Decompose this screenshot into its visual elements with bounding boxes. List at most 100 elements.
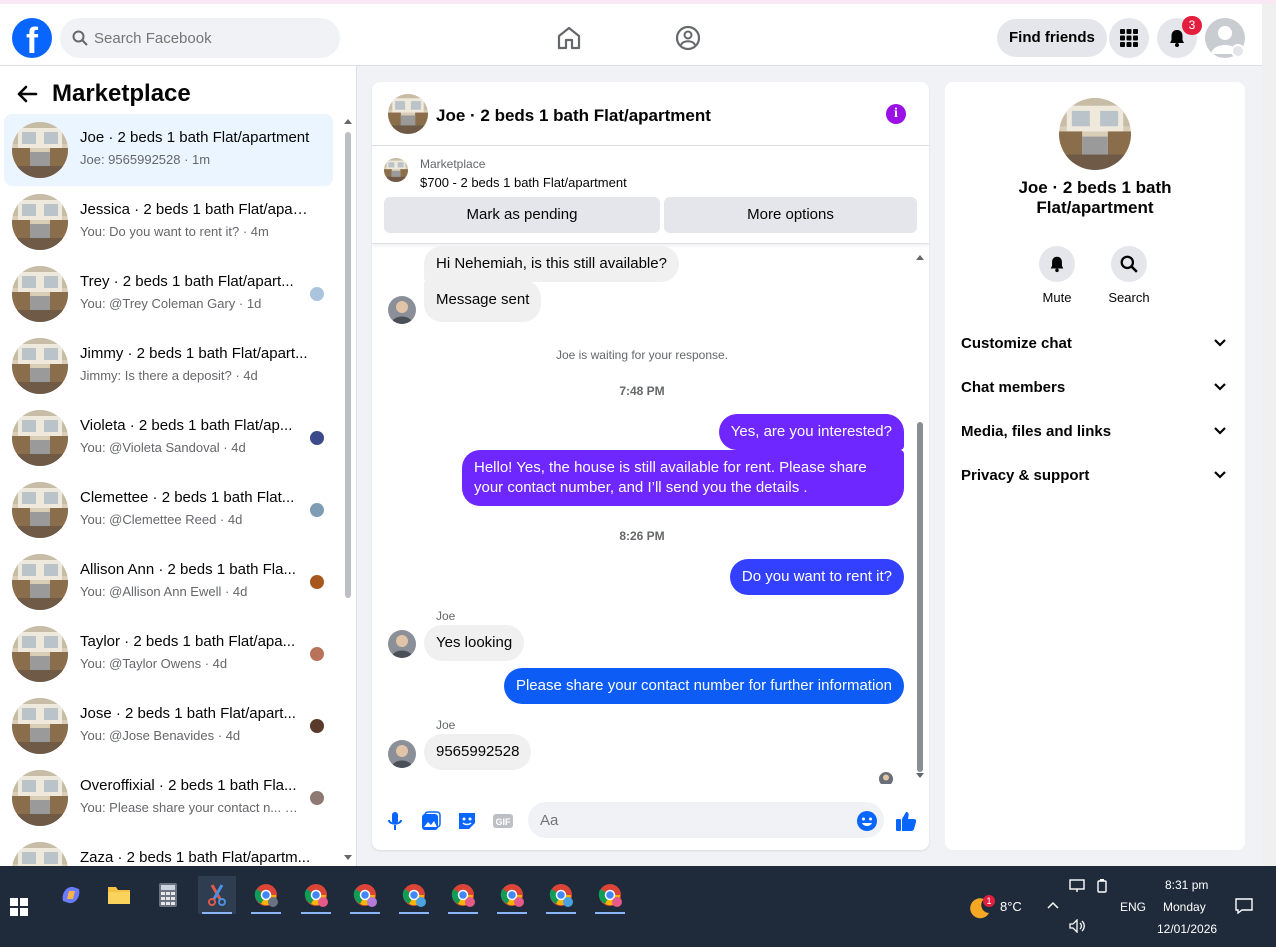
privacy-support-row[interactable]: Privacy & support [953,456,1237,496]
conversation-preview: You: @Clemettee Reed · 4d [80,512,243,527]
listing-thumbnail [12,770,68,826]
listing-thumbnail [12,338,68,394]
search-box[interactable] [60,18,340,58]
conversation-preview: You: @Taylor Owens · 4d [80,656,228,671]
system-notice: Joe is waiting for your response. [555,348,729,362]
clock-day[interactable]: Monday [1163,900,1206,914]
chrome-profile-icon[interactable] [444,876,482,914]
network-icon[interactable] [1069,879,1085,893]
account-menu-caret-icon[interactable] [1231,44,1245,58]
info-icon[interactable]: i [886,104,906,124]
customize-chat-row[interactable]: Customize chat [953,324,1237,364]
conversation-item[interactable]: Taylor · 2 beds 1 bath Flat/apa... You: … [4,618,333,690]
listing-price[interactable]: $700 - 2 beds 1 bath Flat/apartment [420,175,627,190]
listing-thumbnail [12,842,68,866]
language-indicator[interactable]: ENG [1120,900,1146,914]
timestamp: 7:48 PM [619,384,665,398]
message-input[interactable] [528,802,884,838]
conversation-title: Clemettee · 2 beds 1 bath Flat... [80,489,295,506]
find-friends-button[interactable]: Find friends [997,19,1107,57]
back-arrow-icon[interactable] [16,84,38,104]
snipping-tool-icon[interactable] [198,876,236,914]
emoji-icon[interactable] [856,810,878,832]
chevron-up-icon[interactable] [1047,901,1059,909]
gif-icon[interactable]: GIF [492,810,514,832]
conversation-title: Joe · 2 beds 1 bath Flat/apartment [80,129,310,146]
seen-avatar [310,287,324,301]
chrome-profile-icon[interactable] [542,876,580,914]
chat-scroll-thumb[interactable] [917,422,923,772]
more-options-button[interactable]: More options [664,197,917,233]
menu-grid-button[interactable] [1109,18,1149,58]
mark-as-pending-button[interactable]: Mark as pending [384,197,660,233]
outgoing-message: Do you want to rent it? [729,559,904,595]
photo-icon[interactable] [420,810,442,832]
chat-members-row[interactable]: Chat members [953,368,1237,408]
clock-time[interactable]: 8:31 pm [1165,878,1208,892]
conversation-item[interactable]: Jimmy · 2 beds 1 bath Flat/apart... Jimm… [4,330,333,402]
chrome-profile-icon[interactable] [247,876,285,914]
listing-thumbnail [12,698,68,754]
search-input[interactable] [94,29,314,47]
chat-title[interactable]: Joe · 2 beds 1 bath Flat/apartment [436,106,711,126]
chat-avatar[interactable] [388,94,428,134]
windows-start-icon[interactable] [10,898,28,916]
sticker-icon[interactable] [456,810,478,832]
top-navigation-bar: f Find friends 3 [0,4,1262,66]
chat-info-panel: Joe · 2 beds 1 bath Flat/apartment Mute … [945,82,1245,850]
conversation-item[interactable]: Zaza · 2 beds 1 bath Flat/apartm... [4,834,333,866]
microphone-icon[interactable] [384,810,406,832]
listing-thumbnail[interactable] [1059,98,1131,170]
seen-avatar [310,647,324,661]
file-explorer-icon[interactable] [100,876,138,914]
sender-avatar[interactable] [388,296,416,324]
calculator-icon[interactable] [149,876,187,914]
listing-thumbnail [12,266,68,322]
listing-thumbnail [12,554,68,610]
chevron-down-icon [1214,383,1226,391]
seen-avatar [310,431,324,445]
search-action[interactable]: Search [1099,246,1159,305]
temperature[interactable]: 8°C [1000,899,1022,914]
chrome-profile-icon[interactable] [346,876,384,914]
conversation-item[interactable]: Jose · 2 beds 1 bath Flat/apart... You: … [4,690,333,762]
seen-avatar [310,719,324,733]
sender-avatar[interactable] [388,740,416,768]
page-scrollbar[interactable] [1262,4,1276,866]
chrome-profile-icon[interactable] [591,876,629,914]
conversation-item[interactable]: Violeta · 2 beds 1 bath Flat/ap... You: … [4,402,333,474]
conversation-item[interactable]: Clemettee · 2 beds 1 bath Flat... You: @… [4,474,333,546]
conversation-preview: You: @Allison Ann Ewell · 4d [80,584,248,599]
copilot-app-icon[interactable] [52,876,90,914]
home-icon[interactable] [555,24,583,52]
facebook-logo-icon[interactable]: f [12,18,52,58]
notification-center-icon[interactable] [1235,898,1253,914]
conversation-title: Trey · 2 beds 1 bath Flat/apart... [80,273,294,290]
conversation-item[interactable]: Joe · 2 beds 1 bath Flat/apartment Joe: … [4,114,333,186]
sender-avatar[interactable] [388,630,416,658]
thumbs-up-icon[interactable] [895,810,917,832]
outgoing-message: Please share your contact number for fur… [503,668,904,704]
chrome-profile-icon[interactable] [395,876,433,914]
groups-icon[interactable] [674,24,702,52]
conversation-item[interactable]: Jessica · 2 beds 1 bath Flat/apart... Yo… [4,186,333,258]
conversation-item[interactable]: Allison Ann · 2 beds 1 bath Fla... You: … [4,546,333,618]
volume-icon[interactable] [1069,919,1087,933]
conversation-preview: You: Please share your contact n... · 1w [80,800,302,815]
notification-count-badge: 3 [1182,16,1202,35]
clock-date[interactable]: 12/01/2026 [1157,922,1217,936]
conversation-preview: You: Do you want to rent it? · 4m [80,224,269,239]
listing-thumbnail [12,122,68,178]
media-files-links-row[interactable]: Media, files and links [953,412,1237,452]
battery-icon[interactable] [1096,879,1108,893]
sidebar-title: Marketplace [52,80,191,107]
chrome-profile-icon[interactable] [493,876,531,914]
conversation-item[interactable]: Overoffixial · 2 beds 1 bath Fla... You:… [4,762,333,834]
chrome-profile-icon[interactable] [297,876,335,914]
sender-name: Joe [436,718,456,732]
chat-panel: Joe · 2 beds 1 bath Flat/apartment i Mar… [372,82,929,850]
mute-action[interactable]: Mute [1027,246,1087,305]
sidebar-scroll-thumb[interactable] [345,132,351,598]
conversation-item[interactable]: Trey · 2 beds 1 bath Flat/apart... You: … [4,258,333,330]
row-label: Media, files and links [961,423,1112,440]
